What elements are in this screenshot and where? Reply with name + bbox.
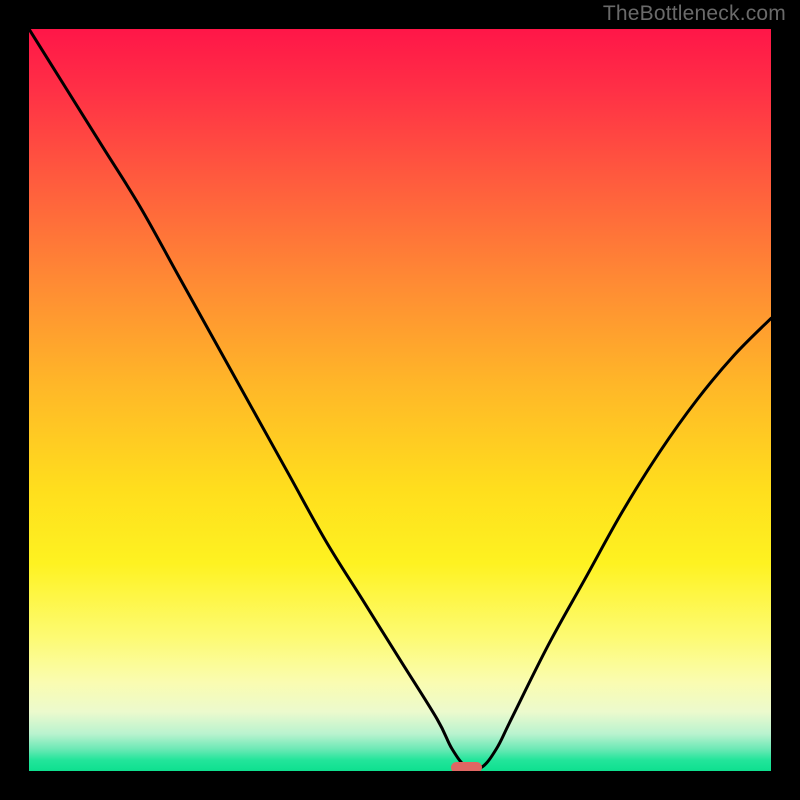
optimum-marker: [451, 762, 482, 771]
bottleneck-curve: [29, 29, 771, 771]
stage: TheBottleneck.com: [0, 0, 800, 800]
plot-frame: [29, 29, 771, 771]
watermark-text: TheBottleneck.com: [603, 2, 786, 26]
